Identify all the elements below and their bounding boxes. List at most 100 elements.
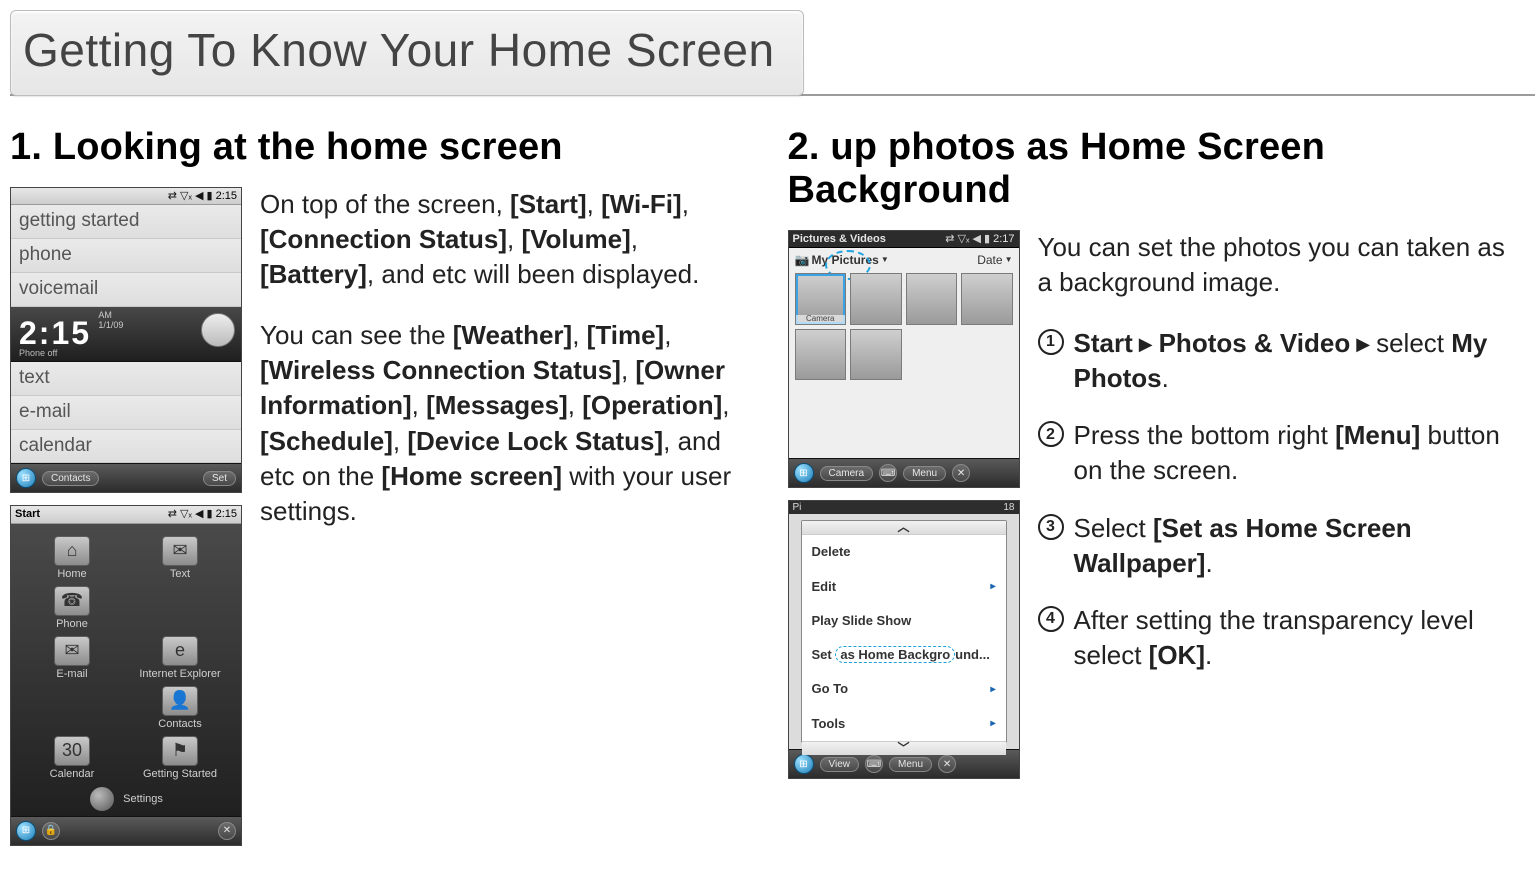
- home-row: text: [11, 362, 241, 396]
- step-number: 4: [1038, 606, 1064, 632]
- status-right: 18: [1003, 502, 1014, 513]
- menu-item-delete: Delete: [802, 535, 1006, 569]
- screenshot-menu-popup: Pi18 ︿ Delete Edit▸ Play Slide Show Set …: [788, 500, 1020, 779]
- submenu-icon: ▸: [990, 718, 995, 729]
- screenshot-pictures: Pictures & Videos ⇄ ▽ₓ ◀ ▮ 2:17 📷 My Pic…: [788, 230, 1020, 488]
- ie-icon: e: [162, 636, 198, 666]
- paragraph-1: On top of the screen, [Start], [Wi-Fi], …: [260, 187, 748, 292]
- text-icon: ✉: [162, 536, 198, 566]
- close-icon: ✕: [218, 822, 236, 840]
- intro-paragraph: You can set the photos you can taken as …: [1038, 230, 1526, 300]
- start-icon: ⊞: [16, 468, 36, 488]
- menu-item-edit: Edit▸: [802, 570, 1006, 604]
- step-number: 2: [1038, 421, 1064, 447]
- scroll-up-icon: ︿: [802, 521, 1006, 535]
- calendar-icon: 30: [54, 736, 90, 766]
- softkey-set: Set: [203, 471, 236, 486]
- start-icon: ⊞: [794, 754, 814, 774]
- home-icon: ⌂: [54, 536, 90, 566]
- status-time: 2:15: [216, 508, 237, 520]
- volume-icon: ◀: [195, 190, 203, 202]
- phone-status: Phone off: [19, 349, 233, 359]
- close-icon: ✕: [952, 464, 970, 482]
- softkey-menu: Menu: [889, 757, 932, 772]
- start-item: eInternet Explorer: [131, 634, 229, 682]
- softkey-camera: Camera: [820, 466, 874, 481]
- start-icon: ⊞: [794, 463, 814, 483]
- signal-icon: ▽ₓ: [180, 190, 192, 202]
- thumbnail: [850, 329, 902, 381]
- softkey-view: View: [820, 757, 860, 772]
- connectivity-icon: ⇄: [945, 233, 954, 245]
- status-time: 2:17: [993, 233, 1014, 245]
- start-item: ⚑Getting Started: [131, 734, 229, 782]
- chevron-down-icon: ▼: [1005, 256, 1013, 265]
- gear-icon: [89, 786, 115, 812]
- chevron-down-icon: ▼: [881, 256, 889, 265]
- thumbnail: [961, 273, 1013, 325]
- clock-date: 1/1/09: [98, 320, 123, 330]
- step-4: 4 After setting the transparency level s…: [1038, 603, 1526, 673]
- battery-icon: ▮: [207, 508, 213, 520]
- step-3: 3 Select [Set as Home Screen Wallpaper].: [1038, 511, 1526, 581]
- menu-item-slideshow: Play Slide Show: [802, 604, 1006, 638]
- home-row: e-mail: [11, 396, 241, 430]
- pictures-title: Pictures & Videos: [793, 233, 886, 245]
- connectivity-icon: ⇄: [168, 508, 177, 520]
- menu-item-tools: Tools▸: [802, 707, 1006, 741]
- screenshot-start-menu: Start ⇄ ▽ₓ ◀ ▮ 2:15 ⌂Home ✉Text ☎Phone: [10, 505, 242, 846]
- triangle-right-icon: ▶: [1356, 332, 1370, 356]
- screenshot-home-list: ⇄ ▽ₓ ◀ ▮ 2:15 getting started phone voic…: [10, 187, 242, 493]
- page-title: Getting To Know Your Home Screen: [10, 10, 804, 96]
- clock-ampm: AM: [98, 310, 112, 320]
- thumbnail: [906, 273, 958, 325]
- submenu-icon: ▸: [990, 581, 995, 592]
- volume-icon: ◀: [195, 508, 203, 520]
- start-item: ☎Phone: [23, 584, 121, 632]
- lock-icon: 🔒: [42, 822, 60, 840]
- menu-item-goto: Go To▸: [802, 672, 1006, 706]
- menu-item-set-background: Set as Home Background...: [802, 638, 1006, 672]
- clock-time: 2:15: [19, 315, 91, 351]
- thumbnail: [850, 273, 902, 325]
- submenu-icon: ▸: [990, 684, 995, 695]
- section-heading-left: 1. Looking at the home screen: [10, 126, 748, 169]
- volume-icon: ◀: [973, 233, 981, 245]
- step-2: 2 Press the bottom right [Menu] button o…: [1038, 418, 1526, 488]
- start-title: Start: [15, 508, 40, 520]
- status-time: 2:15: [216, 190, 237, 202]
- step-number: 3: [1038, 514, 1064, 540]
- start-item: 👤Contacts: [131, 684, 229, 732]
- signal-icon: ▽ₓ: [180, 508, 192, 520]
- signal-icon: ▽ₓ: [957, 233, 969, 245]
- connectivity-icon: ⇄: [168, 190, 177, 202]
- scroll-down-icon: ﹀: [802, 741, 1006, 755]
- start-item: 30Calendar: [23, 734, 121, 782]
- keyboard-icon: ⌨: [865, 755, 883, 773]
- section-heading-right: 2. up photos as Home Screen Background: [788, 126, 1526, 212]
- keyboard-icon: ⌨: [879, 464, 897, 482]
- triangle-right-icon: ▶: [1139, 332, 1153, 356]
- thumbnail: [795, 329, 847, 381]
- softkey-menu: Menu: [903, 466, 946, 481]
- start-item: ✉Text: [131, 534, 229, 582]
- step-number: 1: [1038, 329, 1064, 355]
- phone-icon: ☎: [54, 586, 90, 616]
- analog-clock-icon: [201, 313, 235, 347]
- email-icon: ✉: [54, 636, 90, 666]
- softkey-contacts: Contacts: [42, 471, 99, 486]
- contacts-icon: 👤: [162, 686, 198, 716]
- paragraph-2: You can see the [Weather], [Time], [Wire…: [260, 318, 748, 529]
- folder-dropdown: 📷 My Pictures ▼: [795, 254, 889, 267]
- start-item: ⌂Home: [23, 534, 121, 582]
- settings-label: Settings: [123, 793, 163, 805]
- thumbnail-camera: Camera: [795, 273, 847, 325]
- getting-started-icon: ⚑: [162, 736, 198, 766]
- home-row: calendar: [11, 430, 241, 464]
- close-icon: ✕: [938, 755, 956, 773]
- home-row: voicemail: [11, 273, 241, 307]
- sort-dropdown: Date ▼: [977, 254, 1012, 267]
- battery-icon: ▮: [984, 233, 990, 245]
- home-clock-panel: 2:15 AM1/1/09 Phone off: [11, 307, 241, 362]
- step-1: 1 Start▶Photos & Video▶select My Photos.: [1038, 326, 1526, 396]
